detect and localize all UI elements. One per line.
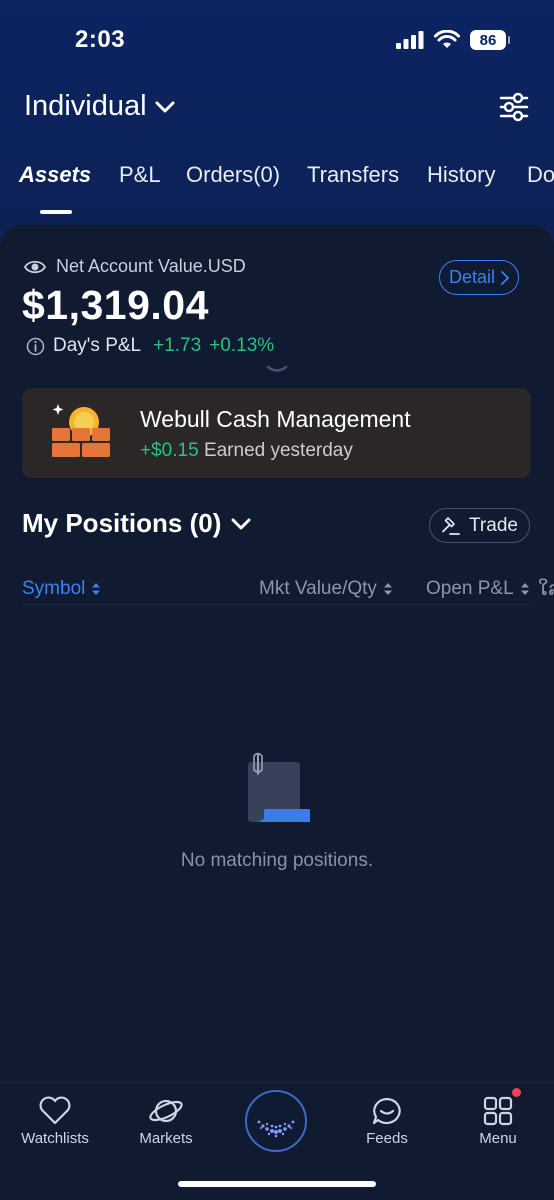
nav-markets-label: Markets <box>139 1130 193 1147</box>
eye-icon[interactable] <box>24 259 46 275</box>
expand-chevron-icon[interactable] <box>265 364 289 376</box>
nav-menu-label: Menu <box>479 1130 517 1147</box>
column-mkt-value-label: Mkt Value/Qty <box>259 578 377 599</box>
detail-button[interactable]: Detail <box>439 260 519 295</box>
status-time: 2:03 <box>75 26 126 53</box>
column-open-pnl[interactable]: Open P&L <box>426 578 530 600</box>
column-more-label: ໃລ <box>538 579 554 600</box>
sort-icon <box>92 583 101 595</box>
cash-management-title: Webull Cash Management <box>140 406 411 432</box>
cash-management-earned: +$0.15 Earned yesterday <box>140 440 353 462</box>
positions-header[interactable]: My Positions (0) <box>22 508 251 539</box>
battery-indicator: 86 <box>470 30 510 50</box>
trade-button[interactable]: Trade <box>429 508 530 543</box>
column-more[interactable]: ໃລ <box>538 578 554 601</box>
sort-icon <box>383 583 392 595</box>
cash-bricks-icon <box>52 404 110 457</box>
positions-title: My Positions (0) <box>22 508 222 538</box>
nav-markets[interactable]: Markets <box>111 1096 221 1147</box>
tab-pnl[interactable]: P&L <box>119 162 161 188</box>
nav-menu[interactable]: Menu <box>443 1096 553 1147</box>
column-symbol-label: Symbol <box>22 578 86 599</box>
chevron-down-icon <box>155 101 175 112</box>
tab-assets[interactable]: Assets <box>19 162 91 188</box>
detail-label: Detail <box>448 267 496 287</box>
sort-icon <box>520 583 529 595</box>
planet-icon <box>149 1099 183 1123</box>
earned-label: Earned yesterday <box>203 440 353 461</box>
tab-documents[interactable]: Do <box>527 162 554 188</box>
net-value-label-text: Net Account Value.USD <box>56 256 246 276</box>
tab-history[interactable]: History <box>427 162 495 188</box>
tab-transfers[interactable]: Transfers <box>307 162 399 188</box>
column-divider <box>22 604 532 605</box>
earned-amount: +$0.15 <box>140 440 199 461</box>
webull-logo-icon <box>257 1120 295 1138</box>
days-pnl-percent: +0.13% <box>209 335 275 356</box>
chevron-down-icon <box>231 518 251 529</box>
nav-watchlists[interactable]: Watchlists <box>0 1096 110 1147</box>
net-account-value: $1,319.04 <box>22 282 209 328</box>
empty-positions-text: No matching positions. <box>180 850 374 871</box>
nav-feeds-label: Feeds <box>366 1130 408 1147</box>
chat-bubble-icon <box>372 1097 401 1125</box>
info-icon[interactable] <box>26 337 45 356</box>
account-switcher[interactable]: Individual <box>24 90 175 123</box>
days-pnl-value: +1.73 <box>153 335 202 356</box>
nav-watchlists-label: Watchlists <box>21 1130 89 1147</box>
active-tab-indicator <box>40 210 72 214</box>
column-symbol[interactable]: Symbol <box>22 578 101 600</box>
gavel-icon <box>442 516 460 535</box>
cash-management-card[interactable]: Webull Cash Management +$0.15 Earned yes… <box>22 388 531 478</box>
column-open-pnl-label: Open P&L <box>426 578 514 599</box>
heart-icon <box>39 1096 71 1125</box>
trade-label: Trade <box>469 514 518 536</box>
account-tabs: Assets P&L Orders(0) Transfers History D… <box>0 160 554 214</box>
column-mkt-value[interactable]: Mkt Value/Qty <box>259 578 393 600</box>
days-pnl-label: Day's P&L <box>53 335 142 356</box>
grid-icon <box>483 1096 513 1126</box>
net-value-label: Net Account Value.USD <box>24 256 246 277</box>
chevron-right-icon <box>501 270 510 285</box>
nav-feeds[interactable]: Feeds <box>332 1096 442 1147</box>
status-icons: 86 <box>396 30 510 50</box>
cellular-signal-icon <box>396 31 424 49</box>
account-name: Individual <box>24 90 147 122</box>
notification-badge <box>512 1088 521 1097</box>
empty-document-icon <box>248 752 310 822</box>
days-pnl-row: Day's P&L +1.73 +0.13% <box>26 335 274 357</box>
home-indicator[interactable] <box>178 1181 376 1187</box>
wifi-icon <box>434 30 460 48</box>
webull-home-button[interactable] <box>245 1090 307 1152</box>
tab-orders[interactable]: Orders(0) <box>186 162 280 188</box>
filter-settings-icon[interactable] <box>498 92 530 122</box>
